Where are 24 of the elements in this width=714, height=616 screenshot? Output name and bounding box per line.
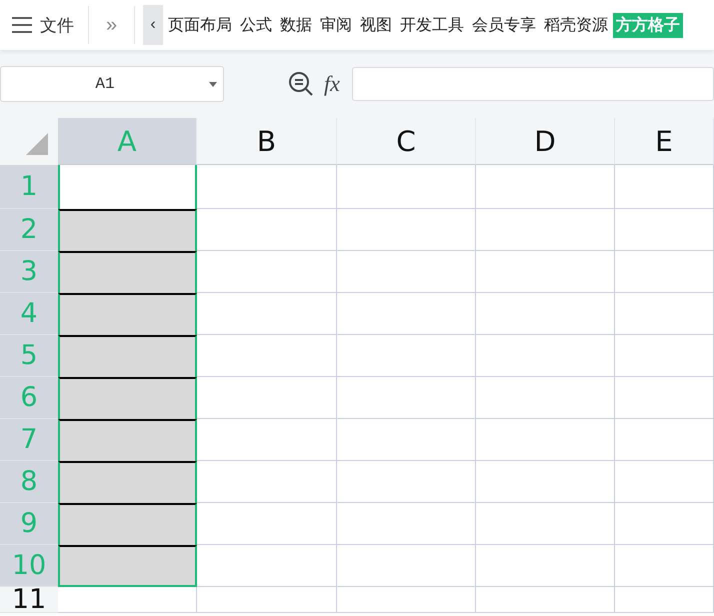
- more-button[interactable]: »: [89, 6, 135, 44]
- ribbon-tab[interactable]: 会员专享: [469, 12, 539, 38]
- menu-icon: [12, 17, 32, 33]
- ribbon-tab[interactable]: 开发工具: [397, 12, 467, 38]
- ribbon-tab[interactable]: 公式: [237, 12, 275, 38]
- ribbon-tab[interactable]: 视图: [357, 12, 395, 38]
- scroll-left-button[interactable]: ‹: [143, 5, 163, 45]
- column-header[interactable]: E: [615, 118, 714, 165]
- ribbon-tab[interactable]: 审阅: [317, 12, 355, 38]
- name-box[interactable]: A1: [0, 66, 224, 102]
- column-header[interactable]: B: [197, 118, 337, 165]
- formula-field[interactable]: [352, 67, 714, 101]
- row-header[interactable]: 11: [0, 587, 58, 613]
- file-menu-button[interactable]: 文件: [0, 6, 89, 44]
- dropdown-icon: [209, 82, 217, 86]
- zoom-icon[interactable]: [288, 71, 314, 97]
- column-header[interactable]: D: [476, 118, 615, 165]
- ribbon-tab[interactable]: 稻壳资源: [541, 12, 611, 38]
- triangle-icon: [26, 133, 48, 155]
- select-all-corner[interactable]: [0, 118, 58, 165]
- ribbon-tab[interactable]: 数据: [277, 12, 315, 38]
- function-label[interactable]: fx: [324, 71, 340, 97]
- ribbon-tab[interactable]: 页面布局: [165, 12, 235, 38]
- column-header[interactable]: C: [337, 118, 476, 165]
